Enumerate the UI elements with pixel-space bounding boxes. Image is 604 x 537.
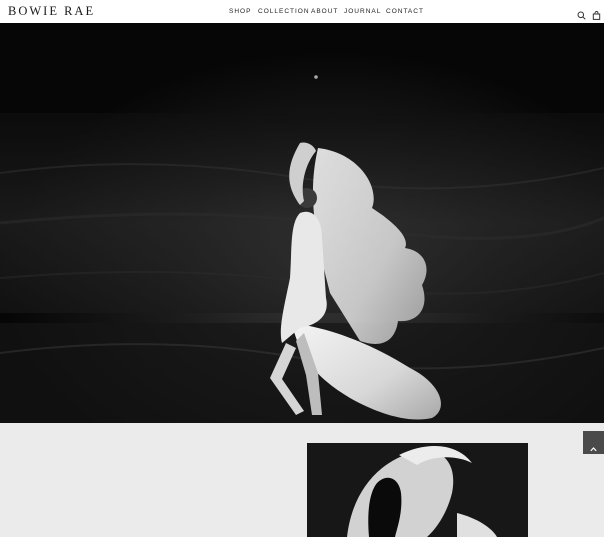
scroll-top-button[interactable] bbox=[583, 431, 604, 454]
nav-contact[interactable]: CONTACT bbox=[386, 7, 424, 16]
nav-about[interactable]: ABOUT bbox=[311, 7, 338, 16]
chevron-up-icon bbox=[590, 439, 597, 457]
hero-image bbox=[0, 23, 604, 423]
featured-image[interactable] bbox=[307, 443, 528, 537]
site-header: BOWIE RAE SHOP COLLECTION ABOUT JOURNAL … bbox=[0, 0, 604, 23]
nav-collection[interactable]: COLLECTION bbox=[258, 7, 310, 16]
nav-shop[interactable]: SHOP bbox=[229, 7, 251, 16]
bag-icon[interactable] bbox=[592, 7, 601, 20]
nav-journal[interactable]: JOURNAL bbox=[344, 7, 381, 16]
search-icon[interactable] bbox=[577, 7, 586, 20]
main-nav: SHOP COLLECTION ABOUT JOURNAL CONTACT bbox=[0, 0, 604, 23]
